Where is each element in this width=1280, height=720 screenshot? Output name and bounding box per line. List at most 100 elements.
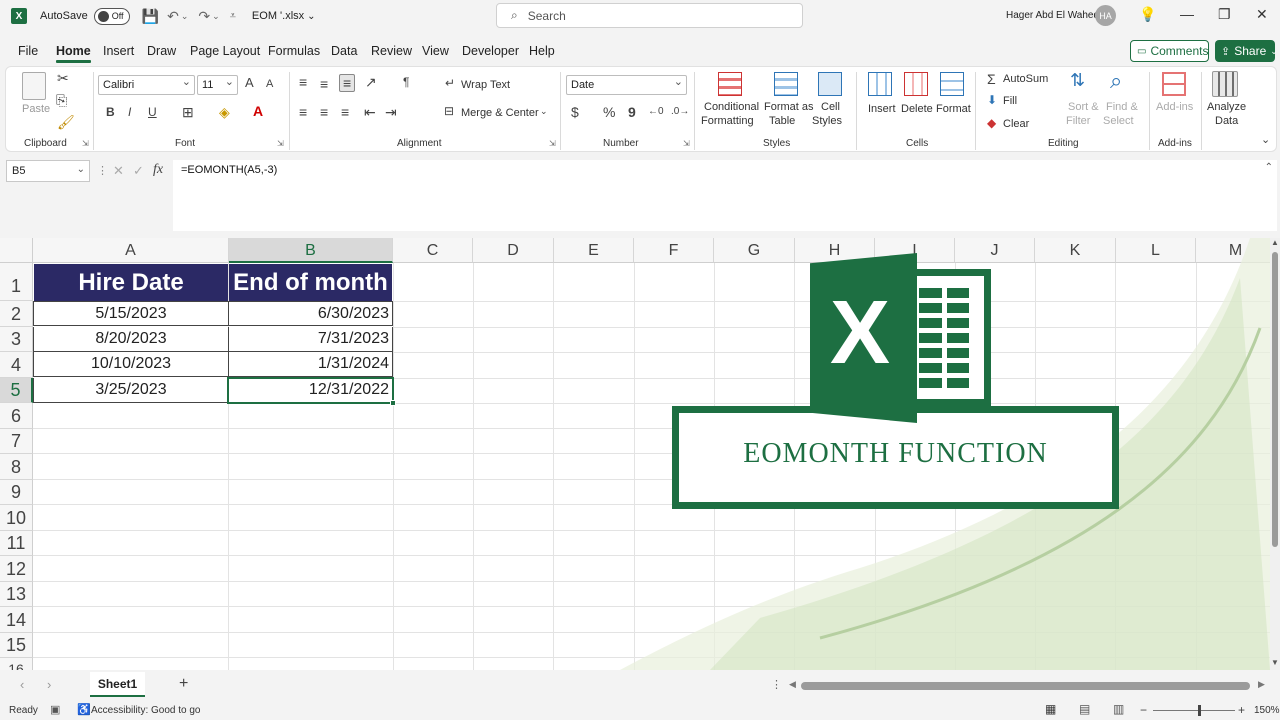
align-top-icon[interactable]: ≡ [299,74,307,90]
underline-button[interactable]: U [148,105,157,119]
row-header-8[interactable]: 8 [0,454,33,480]
undo-icon[interactable]: ↶ [167,8,179,25]
prev-sheet-icon[interactable]: ‹ [20,677,24,692]
row-header-4[interactable]: 4 [0,352,33,378]
fill-handle[interactable] [390,400,396,406]
align-right-icon[interactable]: ≡ [341,104,349,120]
tab-developer[interactable]: Developer [462,44,519,58]
cell-styles-icon[interactable] [818,72,842,96]
paste-icon[interactable] [22,72,46,100]
analyze-data-label[interactable]: Analyze [1207,101,1246,114]
select-all-corner[interactable] [0,238,33,263]
row-header-2[interactable]: 2 [0,301,33,327]
avatar[interactable]: HA [1095,5,1116,26]
add-sheet-button[interactable]: + [179,675,188,693]
conditional-formatting-label[interactable]: Conditional [704,101,759,114]
formula-input[interactable]: =EOMONTH(A5,-3) ⌃ [173,160,1277,231]
zoom-out-icon[interactable]: − [1140,703,1147,717]
cancel-icon[interactable]: ✕ [113,163,124,179]
wrap-text-button[interactable]: Wrap Text [461,79,510,92]
format-painter-icon[interactable]: 🖌 [57,114,75,131]
insert-cells-icon[interactable] [868,72,892,96]
cell-styles-label2[interactable]: Styles [812,115,842,128]
sort-filter-icon[interactable]: ⇅ [1070,70,1085,91]
redo-dropdown-icon[interactable]: ⌄ [212,11,220,22]
vertical-scrollbar[interactable]: ▲ ▼ [1270,238,1280,670]
page-layout-view-icon[interactable]: ▤ [1079,702,1090,716]
cell-b3[interactable]: 7/31/2023 [228,327,393,352]
macro-recording-icon[interactable]: ▣ [50,703,60,716]
comments-button[interactable]: ▭ Comments [1130,40,1209,62]
format-as-table-label[interactable]: Format as [764,101,814,114]
number-format-select[interactable]: Date [566,75,687,95]
row-header-6[interactable]: 6 [0,403,33,429]
copy-icon[interactable]: ⎘ [56,92,67,109]
autosum-button[interactable]: AutoSum [1003,73,1048,86]
header-cell-hire-date[interactable]: Hire Date [34,264,228,301]
accessibility-status[interactable]: Accessibility: Good to go [91,705,201,716]
cell-a2[interactable]: 5/15/2023 [33,301,229,326]
increase-indent-icon[interactable]: ⇥ [385,104,397,121]
bold-button[interactable]: B [106,105,115,119]
wrap-text-icon[interactable]: ↵ [445,76,455,90]
shrink-font-icon[interactable]: A [266,78,273,90]
row-header-7[interactable]: 7 [0,429,33,454]
find-select-icon[interactable]: ⌕ [1110,68,1122,94]
share-button[interactable]: ⇪ Share ⌄ [1215,40,1278,62]
row-header-11[interactable]: 11 [0,531,33,556]
row-header-10[interactable]: 10 [0,505,33,531]
fill-button[interactable]: Fill [1003,95,1017,108]
cell-styles-label[interactable]: Cell [821,101,840,114]
merge-chevron-icon[interactable]: ⌄ [540,106,548,117]
find-select-label2[interactable]: Select [1103,115,1134,128]
borders-icon[interactable]: ⊞ [182,104,194,121]
redo-icon[interactable]: ↷ [198,8,210,25]
minimize-icon[interactable]: — [1180,6,1194,22]
cell-a5[interactable]: 3/25/2023 [33,378,229,403]
row-header-1[interactable]: 1 [0,263,33,301]
search-box[interactable]: ⌕ Search [496,3,803,28]
number-launcher-icon[interactable]: ⇲ [683,139,690,148]
collapse-formula-icon[interactable]: ⌃ [1265,162,1273,173]
conditional-formatting-icon[interactable] [718,72,742,96]
column-header-a[interactable]: A [33,238,229,263]
grow-font-icon[interactable]: A [245,75,254,90]
row-header-12[interactable]: 12 [0,556,33,582]
autosave-toggle[interactable]: Off [93,7,130,25]
analyze-data-icon[interactable] [1212,71,1238,97]
insert-function-button[interactable]: fx [153,162,163,178]
cell-b4[interactable]: 1/31/2024 [228,352,393,377]
format-as-table-label2[interactable]: Table [769,115,795,128]
sheet-tab-sheet1[interactable]: Sheet1 [90,672,145,697]
column-header-b[interactable]: B [229,238,393,263]
find-select-label[interactable]: Find & [1106,101,1138,114]
align-bottom-icon[interactable]: ≡ [339,74,356,92]
enter-icon[interactable]: ✓ [133,163,144,179]
scroll-left-icon[interactable]: ◀ [789,679,796,690]
accessibility-icon[interactable]: ♿ [77,703,91,716]
fill-color-icon[interactable]: ◈ [219,104,230,121]
merge-center-icon[interactable]: ⊟ [444,104,454,118]
clipboard-launcher-icon[interactable]: ⇲ [82,139,89,148]
analyze-data-label2[interactable]: Data [1215,115,1238,128]
percent-button[interactable]: % [603,104,615,120]
zoom-slider-track[interactable] [1153,710,1235,711]
cut-icon[interactable]: ✂ [57,70,69,87]
header-cell-end-of-month[interactable]: End of month [229,264,392,301]
lightbulb-icon[interactable]: 💡 [1139,6,1156,23]
align-center-icon[interactable]: ≡ [320,104,328,120]
tab-draw[interactable]: Draw [147,44,176,58]
zoom-in-icon[interactable]: + [1238,703,1245,717]
font-size-select[interactable]: 11 [197,75,238,95]
row-header-13[interactable]: 13 [0,582,33,607]
zoom-level[interactable]: 150% [1254,705,1280,716]
sort-filter-label2[interactable]: Filter [1066,115,1090,128]
row-header-3[interactable]: 3 [0,327,33,352]
column-header-c[interactable]: C [393,238,473,263]
scroll-right-icon[interactable]: ▶ [1258,679,1265,690]
format-as-table-icon[interactable] [774,72,798,96]
merge-center-button[interactable]: Merge & Center [461,107,539,120]
format-cells-button[interactable]: Format [936,103,971,116]
decrease-indent-icon[interactable]: ⇤ [364,104,376,121]
row-header-5[interactable]: 5 [0,378,33,403]
